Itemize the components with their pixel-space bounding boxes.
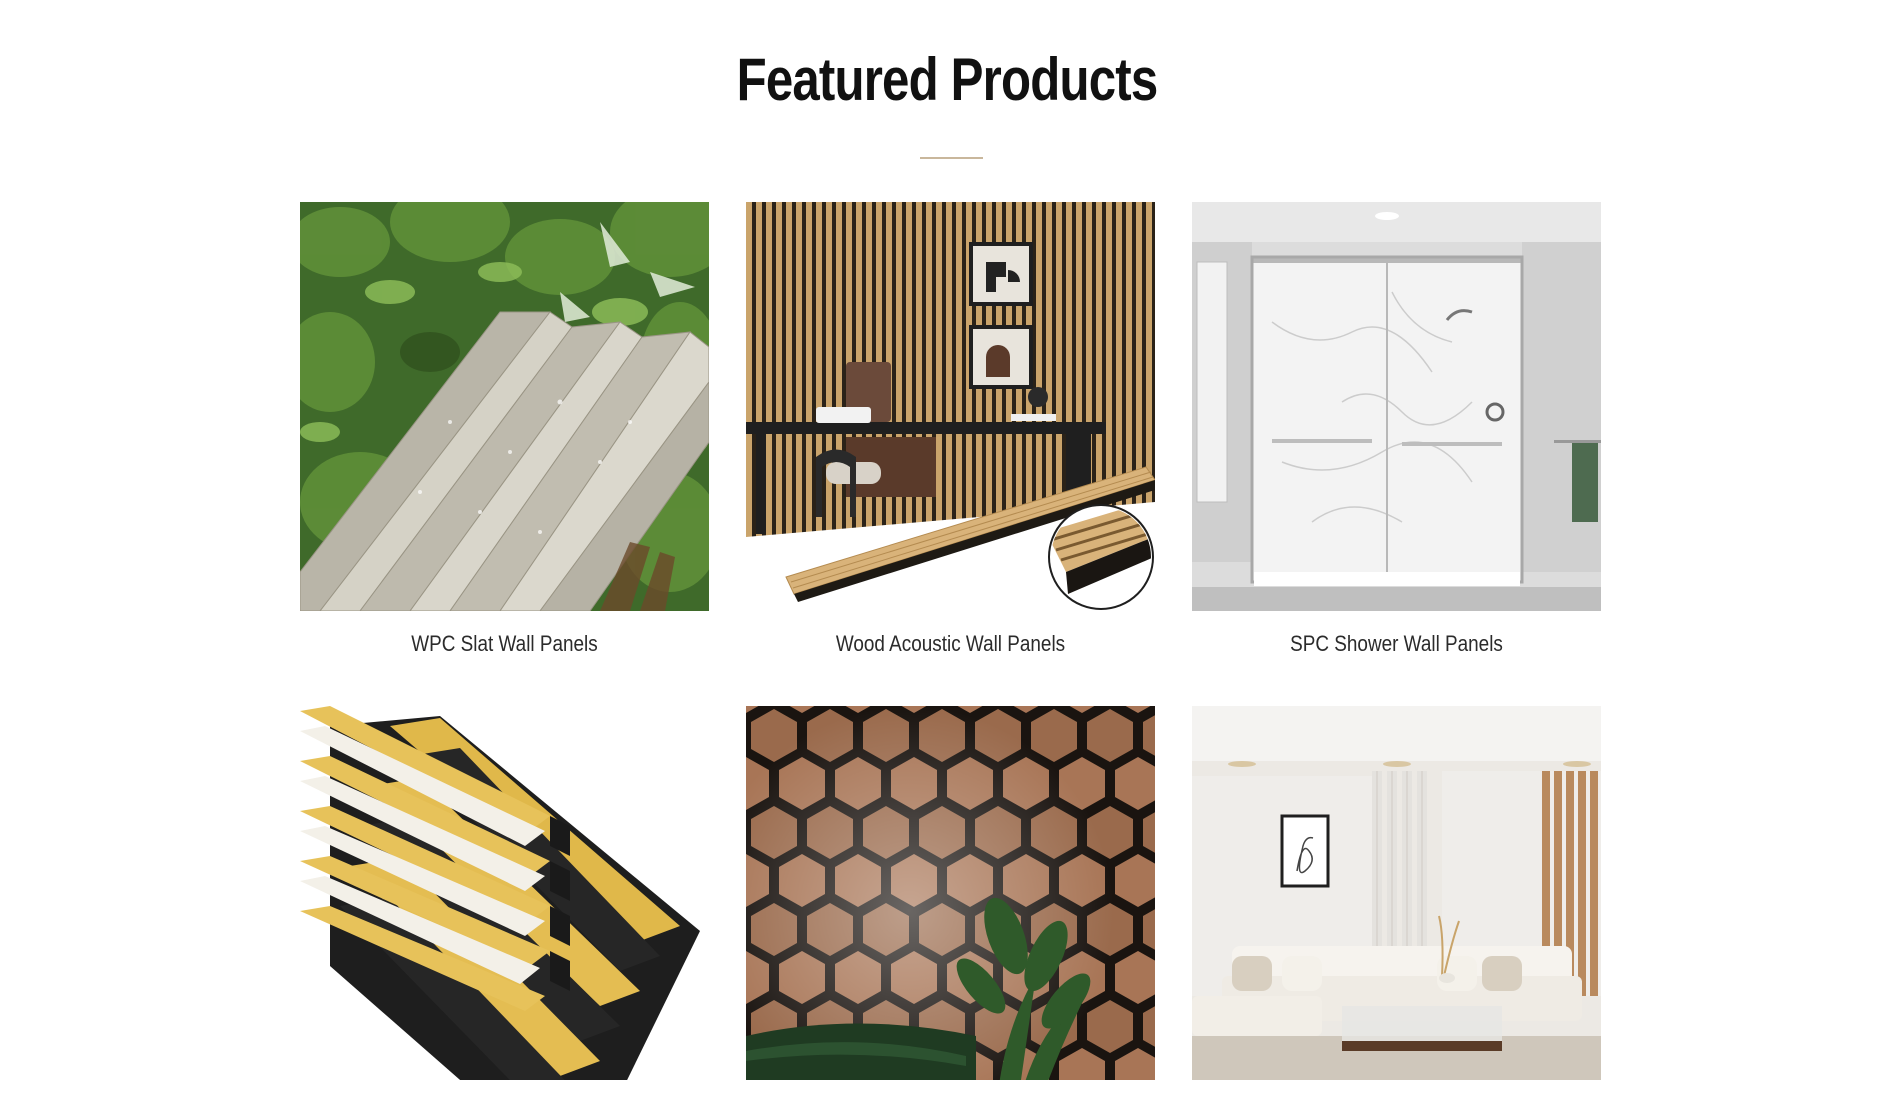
section-title: Featured Products (736, 46, 1159, 113)
living-room-panel-image (1192, 706, 1601, 1080)
spc-shower-panel-image (1192, 202, 1601, 611)
product-image-wood-acoustic[interactable] (746, 202, 1155, 611)
product-image-wpc-slat[interactable] (300, 202, 709, 611)
product-card-hexagon-wood[interactable] (746, 706, 1155, 1100)
product-card-wpc-slat[interactable]: WPC Slat Wall Panels (300, 202, 709, 657)
product-name-wood-acoustic[interactable]: Wood Acoustic Wall Panels (775, 631, 1127, 657)
wpc-slat-panel-image (300, 202, 709, 611)
gold-fluted-panel-image (300, 706, 709, 1080)
product-name-wpc-slat[interactable]: WPC Slat Wall Panels (329, 631, 681, 657)
product-name-spc-shower[interactable]: SPC Shower Wall Panels (1221, 631, 1573, 657)
wood-acoustic-panel-image (746, 202, 1155, 611)
title-divider (920, 157, 983, 159)
product-card-gold-fluted[interactable] (300, 706, 709, 1100)
product-card-wood-acoustic[interactable]: Wood Acoustic Wall Panels (746, 202, 1155, 657)
product-image-hexagon-wood[interactable] (746, 706, 1155, 1080)
product-card-spc-shower[interactable]: SPC Shower Wall Panels (1192, 202, 1601, 657)
product-image-gold-fluted[interactable] (300, 706, 709, 1080)
product-card-living-room[interactable] (1192, 706, 1601, 1100)
hexagon-wood-panel-image (746, 706, 1155, 1080)
product-image-living-room[interactable] (1192, 706, 1601, 1080)
product-image-spc-shower[interactable] (1192, 202, 1601, 611)
